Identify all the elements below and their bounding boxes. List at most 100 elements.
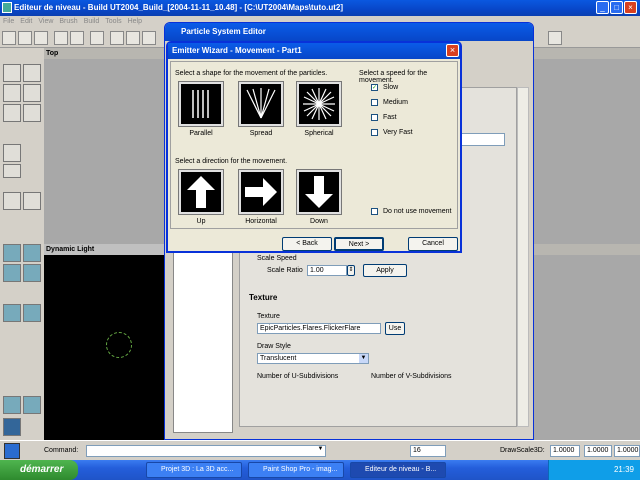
play-map-icon[interactable] (4, 443, 20, 459)
cancel-button[interactable]: Cancel (408, 237, 458, 251)
light-marker[interactable] (106, 332, 132, 358)
draw-style-label: Draw Style (257, 343, 291, 350)
use-button[interactable]: Use (385, 322, 405, 335)
polygon-tool-icon[interactable] (23, 192, 41, 210)
camera-mode-icon[interactable] (3, 64, 21, 82)
sheet-brush-icon[interactable] (23, 244, 41, 262)
cylinder-brush-icon[interactable] (3, 304, 21, 322)
menu-item-help[interactable]: Help (128, 18, 142, 25)
subtract-brush-icon[interactable] (23, 396, 41, 414)
matinee-icon[interactable] (3, 144, 21, 162)
stair-brush-icon[interactable] (3, 264, 21, 282)
viewport-side[interactable] (534, 244, 640, 440)
terrain-icon[interactable] (23, 104, 41, 122)
arrow-up-icon (187, 176, 215, 208)
search-actor-icon[interactable] (90, 31, 104, 45)
play-icon[interactable] (142, 31, 156, 45)
app-icon (2, 2, 12, 13)
scale-icon[interactable] (3, 84, 21, 102)
command-dropdown-icon[interactable]: ▼ (316, 446, 325, 456)
viewport-dynamic[interactable]: Dynamic Light (44, 244, 164, 440)
direction-up-option[interactable] (179, 170, 223, 214)
rotate-icon[interactable] (23, 84, 41, 102)
back-button[interactable]: < Back (282, 237, 332, 251)
start-button[interactable]: démarrer (0, 460, 78, 480)
speed-medium-checkbox[interactable] (371, 99, 378, 106)
chevron-down-icon[interactable]: ▼ (359, 354, 368, 363)
browser-icon[interactable] (110, 31, 124, 45)
menu-item-file[interactable]: File (3, 18, 14, 25)
speed-medium-label: Medium (383, 99, 408, 106)
undo-icon[interactable] (54, 31, 68, 45)
u-subdivisions-label: Number of U-Subdivisions (257, 373, 339, 380)
texture-input[interactable]: EpicParticles.Flares.FlickerFlare (257, 323, 381, 334)
cone-brush-icon[interactable] (23, 304, 41, 322)
pse-title: Particle System Editor (165, 23, 533, 41)
menu-item-tools[interactable]: Tools (105, 18, 121, 25)
next-button[interactable]: Next > (334, 237, 384, 251)
direction-horizontal-option[interactable] (239, 170, 283, 214)
show-selected-icon[interactable] (3, 418, 21, 436)
save-map-icon[interactable] (34, 31, 48, 45)
command-input[interactable] (86, 445, 326, 457)
maximize-button[interactable]: □ (610, 1, 623, 14)
viewport-top-grid[interactable] (44, 59, 164, 244)
shape-spherical-option[interactable] (297, 82, 341, 126)
apply-button[interactable]: Apply (363, 264, 407, 277)
wizard-close-button[interactable]: × (446, 44, 459, 57)
minimize-button[interactable]: _ (596, 1, 609, 14)
viewport-top[interactable]: Top (44, 48, 164, 244)
vertex-mode-icon[interactable] (23, 64, 41, 82)
add-brush-icon[interactable] (3, 396, 21, 414)
viewport-top-label: Top (44, 48, 164, 59)
draw-scale-x[interactable]: 1.0000 (550, 445, 580, 457)
draw-scale-z[interactable]: 1.0000 (614, 445, 640, 457)
speed-fast-checkbox[interactable] (371, 114, 378, 121)
grid-size-select[interactable]: 16 (410, 445, 446, 457)
draw-scale-y[interactable]: 1.0000 (584, 445, 612, 457)
mover-icon[interactable] (3, 164, 21, 178)
mode-toolbar (0, 48, 44, 440)
task-paint-shop-pro[interactable]: Paint Shop Pro - imag... (248, 462, 344, 478)
line-tool-icon[interactable] (3, 192, 21, 210)
viewport-right[interactable] (534, 48, 640, 244)
cube-brush-icon[interactable] (3, 244, 21, 262)
pse-scrollbar[interactable] (517, 87, 529, 427)
viewport-side-grid[interactable] (534, 255, 640, 440)
no-movement-checkbox[interactable] (371, 208, 378, 215)
menu-item-build[interactable]: Build (84, 18, 100, 25)
scale-ratio-spinner[interactable]: ⇕ (347, 265, 355, 276)
sphere-brush-icon[interactable] (23, 264, 41, 282)
task-editeur-niveau[interactable]: Editeur de niveau - B... (350, 462, 446, 478)
speed-very-fast-label: Very Fast (383, 129, 413, 136)
shape-spread-label: Spread (249, 130, 273, 137)
direction-down-option[interactable] (297, 170, 341, 214)
shape-spread-option[interactable] (239, 82, 283, 126)
menu-item-view[interactable]: View (38, 18, 53, 25)
viewport-right-grid[interactable] (534, 59, 640, 244)
speed-slow-checkbox[interactable]: ✓ (371, 84, 378, 91)
build-icon[interactable] (126, 31, 140, 45)
spread-icon (246, 88, 276, 119)
open-map-icon[interactable] (18, 31, 32, 45)
scale-speed-label: Scale Speed (257, 255, 297, 262)
menu-item-brush[interactable]: Brush (59, 18, 77, 25)
new-map-icon[interactable] (2, 31, 16, 45)
shape-prompt: Select a shape for the movement of the p… (175, 70, 328, 77)
command-label: Command: (44, 447, 79, 454)
brush-clip-icon[interactable] (3, 104, 21, 122)
draw-style-select[interactable]: Translucent (257, 353, 369, 364)
speed-fast-label: Fast (383, 114, 397, 121)
draw-scale-label: DrawScale3D: (500, 447, 545, 454)
close-button[interactable]: × (624, 1, 637, 14)
redo-icon[interactable] (70, 31, 84, 45)
menu-item-edit[interactable]: Edit (20, 18, 32, 25)
shape-parallel-option[interactable] (179, 82, 223, 126)
pse-emitter-list[interactable] (173, 233, 233, 433)
speed-very-fast-checkbox[interactable] (371, 129, 378, 136)
scale-ratio-input[interactable]: 1.00 (307, 265, 347, 276)
task-projet-3d[interactable]: Projet 3D : La 3D acc... (146, 462, 242, 478)
wizard-body: Select a shape for the movement of the p… (170, 61, 458, 229)
parallel-icon (192, 90, 209, 118)
toolbar-s-icon[interactable] (548, 31, 562, 45)
